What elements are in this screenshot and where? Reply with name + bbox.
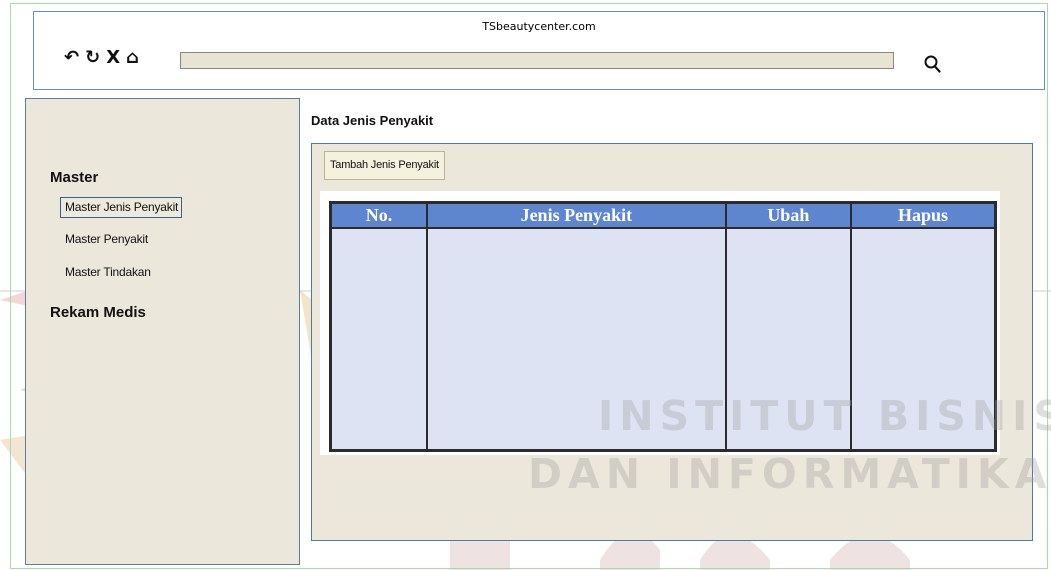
column-header-hapus: Hapus xyxy=(850,201,997,229)
browser-toolbar: TSbeautycenter.com ↶ ↻ X ⌂ xyxy=(33,11,1045,90)
refresh-icon[interactable]: ↻ xyxy=(85,48,100,68)
sidebar-heading-master: Master xyxy=(50,169,99,186)
home-icon[interactable]: ⌂ xyxy=(126,48,139,68)
column-header-ubah: Ubah xyxy=(724,201,853,229)
address-input[interactable] xyxy=(180,52,894,69)
sidebar: Master Master Jenis Penyakit Master Peny… xyxy=(25,98,300,565)
table-header-row: No. Jenis Penyakit Ubah Hapus xyxy=(329,201,997,229)
undo-icon[interactable]: ↶ xyxy=(64,48,79,68)
column-header-jenis-penyakit: Jenis Penyakit xyxy=(426,201,727,229)
watermark-line-1: INSTITUT BISNIS xyxy=(598,392,1051,440)
search-icon[interactable] xyxy=(924,52,942,74)
page-title: Data Jenis Penyakit xyxy=(311,113,434,128)
sidebar-item-master-jenis-penyakit[interactable]: Master Jenis Penyakit xyxy=(60,197,183,218)
sidebar-item-master-tindakan[interactable]: Master Tindakan xyxy=(65,265,151,279)
close-icon[interactable]: X xyxy=(106,48,120,68)
site-title: TSbeautycenter.com xyxy=(482,20,596,33)
nav-icons: ↶ ↻ X ⌂ xyxy=(64,48,139,68)
column-header-no: No. xyxy=(329,201,429,229)
sidebar-item-master-penyakit[interactable]: Master Penyakit xyxy=(65,232,148,246)
cell-no xyxy=(329,228,429,451)
sidebar-heading-rekam-medis: Rekam Medis xyxy=(50,304,146,321)
add-jenis-penyakit-button[interactable]: Tambah Jenis Penyakit xyxy=(324,151,445,180)
watermark-line-2: DAN INFORMATIKA xyxy=(528,450,1051,498)
